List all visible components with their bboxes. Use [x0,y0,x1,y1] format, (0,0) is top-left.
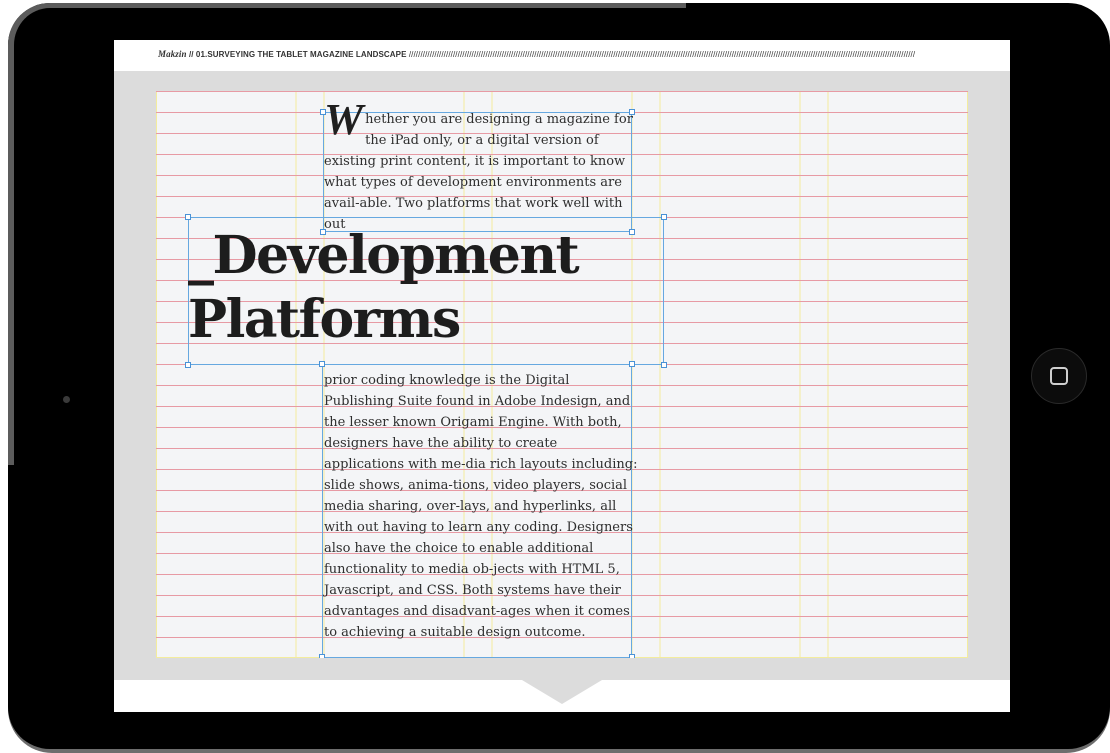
home-square-icon [1050,367,1068,385]
drop-cap: W [324,95,364,144]
tablet-screen: Makzin // 01.SURVEYING THE TABLET MAGAZI… [114,40,1010,712]
header-bar: Makzin // 01.SURVEYING THE TABLET MAGAZI… [114,40,1010,71]
frame-handle[interactable] [629,654,635,658]
frame-handle[interactable] [661,214,667,220]
frame-handle[interactable] [185,214,191,220]
frame-handle[interactable] [629,361,635,367]
lede-paragraph: Whether you are designing a magazine for… [324,98,636,235]
title-line-1: _Development [188,225,580,286]
frame-handle[interactable] [319,654,325,658]
page-pointer-arrow [522,680,602,704]
header-rule: ////////////////////////////////////////… [408,50,916,59]
article-title: _Development Platforms [188,224,580,352]
home-button[interactable] [1031,348,1087,404]
body-paragraph: prior coding knowledge is the Digital Pu… [324,373,638,640]
frame-handle[interactable] [661,362,667,368]
running-head: Makzin // 01.SURVEYING THE TABLET MAGAZI… [158,49,1010,63]
tablet-device: Makzin // 01.SURVEYING THE TABLET MAGAZI… [0,0,1110,753]
title-line-2: Platforms [188,289,461,350]
section-title: 01.SURVEYING THE TABLET MAGAZINE LANDSCA… [195,50,407,59]
brand-name: Makzin [158,49,187,59]
lede-text: hether you are designing a magazine for … [324,112,633,232]
header-separator: // [186,50,196,59]
frame-handle[interactable] [185,362,191,368]
front-camera [63,396,70,403]
frame-handle[interactable] [319,361,325,367]
